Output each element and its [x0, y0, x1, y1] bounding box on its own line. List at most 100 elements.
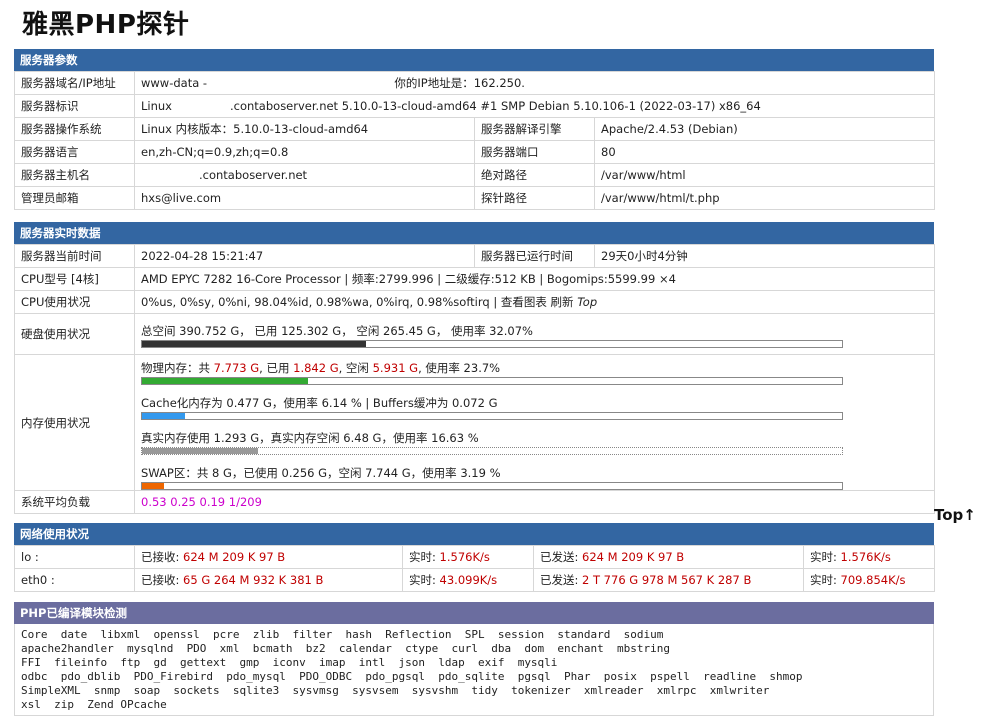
disk-label: 硬盘使用状况: [14, 313, 135, 355]
net-rt-rx-rt-label: 实时:: [409, 550, 440, 564]
server-params-section: 服务器参数 服务器域名/IP地址 www-data - 你的IP地址是：162.…: [14, 49, 935, 210]
network-header: 网络使用状况: [14, 523, 934, 545]
mem-phys-text: 物理内存：共 7.773 G, 已用 1.842 G, 空闲 5.931 G, …: [141, 361, 501, 375]
page-title: 雅黑PHP探针: [22, 10, 190, 40]
os-label: 服务器操作系统: [14, 117, 135, 141]
table-row: CPU型号 [4核] AMD EPYC 7282 16-Core Process…: [14, 267, 935, 291]
server-params-header: 服务器参数: [14, 49, 934, 71]
realtime-header: 服务器实时数据: [14, 222, 934, 244]
net-rt-rx-rt-label: 实时:: [409, 573, 440, 587]
table-row: 服务器当前时间 2022-04-28 15:21:47 服务器已运行时间 29天…: [14, 244, 935, 268]
lang-label: 服务器语言: [14, 140, 135, 164]
mem-real-bar: [141, 447, 843, 455]
modules-header: PHP已编译模块检测: [14, 602, 934, 624]
net-rt-tx-rt2-label: 实时:: [810, 573, 841, 587]
mem-phys-fill: [142, 378, 308, 384]
disk-usage-fill: [142, 340, 367, 347]
mem-phys-total: 7.773 G: [213, 361, 260, 375]
net-rx-rx: 624 M 209 K 97 B: [183, 550, 286, 564]
disk-cell: 总空间 390.752 G， 已用 125.302 G， 空闲 265.45 G…: [134, 313, 935, 355]
network-table: lo : 已接收: 624 M 209 K 97 B 实时: 1.576K/s 已发送…: [14, 545, 935, 592]
net-rt-rx-rt-rx: 1.576K/s: [439, 550, 490, 564]
net-rx-rx-label: 已接收:: [141, 573, 184, 587]
host-cell: .contaboserver.net: [134, 163, 475, 187]
admin-value: hxs@live.com: [134, 186, 475, 210]
net-rt-tx: 实时: 709.854K/s: [803, 568, 935, 592]
mem-phys-free: 5.931 G: [372, 361, 419, 375]
port-value: 80: [594, 140, 935, 164]
realtime-table: 服务器当前时间 2022-04-28 15:21:47 服务器已运行时间 29天…: [14, 244, 935, 514]
net-rx: 已接收: 624 M 209 K 97 B: [134, 545, 403, 569]
table-row: 管理员邮箱 hxs@live.com 探针路径 /var/www/html/t.…: [14, 186, 935, 210]
net-iface: eth0 :: [14, 568, 135, 592]
net-iface-iface: eth0 :: [21, 573, 55, 587]
mem-phys-used: 1.842 G: [293, 361, 339, 375]
engine-value: Apache/2.4.53 (Debian): [594, 117, 935, 141]
mem-phys-bar: [141, 377, 843, 385]
net-tx-tx: 2 T 776 G 978 M 567 K 287 B: [582, 573, 752, 587]
net-tx-tx-label: 已发送:: [540, 573, 583, 587]
domain-label: 服务器域名/IP地址: [14, 71, 135, 95]
net-rt-rx-rt-rx: 43.099K/s: [439, 573, 498, 587]
net-tx-tx-label: 已发送:: [540, 550, 583, 564]
table-row: 硬盘使用状况 总空间 390.752 G， 已用 125.302 G， 空闲 2…: [14, 313, 935, 355]
port-label: 服务器端口: [474, 140, 595, 164]
table-row: 系统平均负载 0.53 0.25 0.19 1/209: [14, 490, 935, 514]
mem-real-text: 真实内存使用 1.293 G，真实内存空闲 6.48 G，使用率 16.63 %: [141, 431, 479, 445]
probe-value: /var/www/html/t.php: [594, 186, 935, 210]
disk-usage-bar: [141, 339, 843, 348]
host-value: .contaboserver.net: [199, 168, 308, 182]
time-value: 2022-04-28 15:21:47: [134, 244, 475, 268]
cpu-model-label: CPU型号 [4核]: [14, 267, 135, 291]
mem-swap-text: SWAP区：共 8 G，已使用 0.256 G，空闲 7.744 G，使用率 3…: [141, 466, 501, 480]
your-ip: 你的IP地址是：162.250.: [394, 76, 525, 90]
net-rt-rx: 实时: 43.099K/s: [402, 568, 534, 592]
probe-label: 探针路径: [474, 186, 595, 210]
abs-value: /var/www/html: [594, 163, 935, 187]
lang-value: en,zh-CN;q=0.9,zh;q=0.8: [134, 140, 475, 164]
ident-label: 服务器标识: [14, 94, 135, 118]
abs-label: 绝对路径: [474, 163, 595, 187]
engine-label: 服务器解译引擎: [474, 117, 595, 141]
table-row: 服务器标识 Linux .contaboserver.net 5.10.0-13-…: [14, 94, 935, 118]
net-iface-iface: lo :: [21, 550, 39, 564]
ident-prefix: Linux: [141, 99, 172, 113]
domain-value: www-data -: [141, 76, 208, 90]
host-label: 服务器主机名: [14, 163, 135, 187]
mem-real-fill: [142, 448, 259, 454]
uptime-label: 服务器已运行时间: [474, 244, 595, 268]
net-tx: 已发送: 624 M 209 K 97 B: [533, 545, 804, 569]
cpu-usage-value: 0%us, 0%sy, 0%ni, 98.04%id, 0.98%wa, 0%i…: [141, 295, 574, 309]
realtime-section: 服务器实时数据 服务器当前时间 2022-04-28 15:21:47 服务器已…: [14, 222, 935, 514]
table-row: 服务器主机名 .contaboserver.net 绝对路径 /var/www/…: [14, 163, 935, 187]
load-value: 0.53 0.25 0.19 1/209: [134, 490, 935, 514]
net-rt-rx: 实时: 1.576K/s: [402, 545, 534, 569]
cpu-model-value: AMD EPYC 7282 16-Core Processor | 频率:279…: [134, 267, 935, 291]
cpu-top-link[interactable]: Top: [577, 295, 597, 309]
table-row: CPU使用状况 0%us, 0%sy, 0%ni, 98.04%id, 0.98…: [14, 290, 935, 314]
net-rt-tx-rt2-label: 实时:: [810, 550, 841, 564]
net-rx: 已接收: 65 G 264 M 932 K 381 B: [134, 568, 403, 592]
net-rt-tx: 实时: 1.576K/s: [803, 545, 935, 569]
table-row: eth0 : 已接收: 65 G 264 M 932 K 381 B 实时: 43.…: [14, 568, 935, 592]
server-params-table: 服务器域名/IP地址 www-data - 你的IP地址是：162.250. 服…: [14, 71, 935, 210]
modules-section: PHP已编译模块检测 Core date libxml openssl pcre…: [14, 602, 934, 716]
network-section: 网络使用状况 lo : 已接收: 624 M 209 K 97 B 实时: 1.57…: [14, 523, 935, 592]
net-iface: lo :: [14, 545, 135, 569]
table-row: 内存使用状况 物理内存：共 7.773 G, 已用 1.842 G, 空闲 5.…: [14, 354, 935, 491]
load-label: 系统平均负载: [14, 490, 135, 514]
mem-cache-text: Cache化内存为 0.477 G，使用率 6.14 % | Buffers缓冲…: [141, 396, 498, 410]
mem-cell: 物理内存：共 7.773 G, 已用 1.842 G, 空闲 5.931 G, …: [134, 354, 935, 491]
disk-value: 总空间 390.752 G， 已用 125.302 G， 空闲 265.45 G…: [141, 323, 533, 338]
net-rx-rx: 65 G 264 M 932 K 381 B: [183, 573, 324, 587]
net-rt-tx-rt-tx: 1.576K/s: [840, 550, 891, 564]
mem-cache-fill: [142, 413, 185, 419]
ident-cell: Linux .contaboserver.net 5.10.0-13-cloud-…: [134, 94, 935, 118]
os-value: Linux 内核版本：5.10.0-13-cloud-amd64: [134, 117, 475, 141]
mem-cache-bar: [141, 412, 843, 420]
modules-list: Core date libxml openssl pcre zlib filte…: [14, 624, 934, 716]
table-row: lo : 已接收: 624 M 209 K 97 B 实时: 1.576K/s 已发送…: [14, 545, 935, 569]
mem-swap-bar: [141, 482, 843, 490]
ident-value: .contaboserver.net 5.10.0-13-cloud-amd64…: [230, 99, 761, 113]
top-link[interactable]: Top↑: [934, 506, 976, 524]
